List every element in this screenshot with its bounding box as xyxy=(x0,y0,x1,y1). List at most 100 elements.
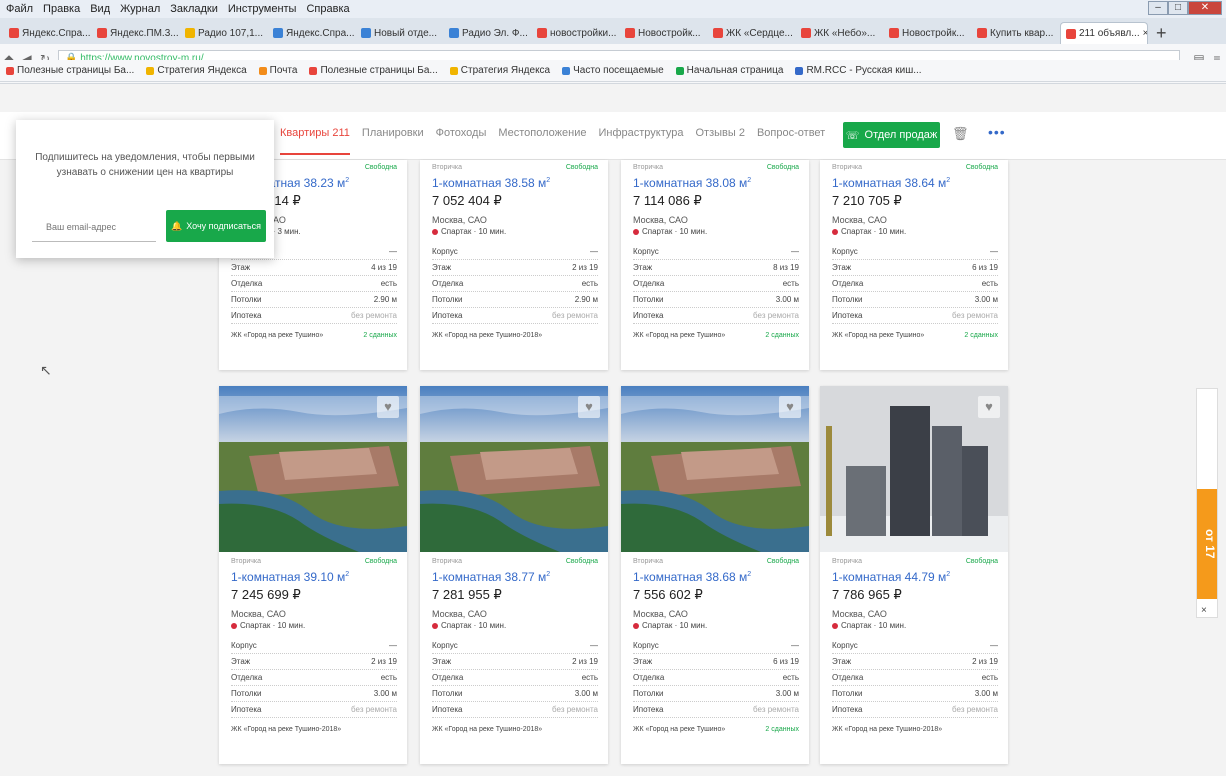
spec-value: 2 из 19 xyxy=(572,263,598,272)
favicon-icon xyxy=(273,28,283,38)
listing-complex[interactable]: ЖК «Город на реке Тушино» 2 сданных xyxy=(231,332,397,339)
subscribe-button[interactable]: 🔔 Хочу подписаться xyxy=(166,210,266,242)
browser-tab[interactable]: Яндекс.Спра... xyxy=(4,22,92,44)
tab-label: Яндекс.ПМ.3... xyxy=(110,27,179,39)
favicon-icon xyxy=(889,28,899,38)
spec-value: 3.00 м xyxy=(775,295,799,304)
email-field[interactable] xyxy=(32,212,156,242)
listing-title[interactable]: 1-комнатная 38.08 м2 xyxy=(633,176,799,190)
listing-card[interactable]: ♥ Вторичка Свободна 1-комнатная 38.68 м2 7 5… xyxy=(621,386,809,764)
browser-tab[interactable]: Купить квар... xyxy=(972,22,1060,44)
menu-item[interactable]: Вид xyxy=(90,3,110,15)
bookmark-item[interactable]: Почта xyxy=(258,65,297,76)
listing-complex[interactable]: ЖК «Город на реке Тушино-2018» xyxy=(432,332,598,339)
bookmark-item[interactable]: Стратегия Яндекса xyxy=(449,65,550,76)
listing-complex[interactable]: ЖК «Город на реке Тушино-2018» xyxy=(231,726,397,733)
listing-photo[interactable]: ♥ xyxy=(621,386,809,552)
more-icon[interactable]: ••• xyxy=(988,124,1006,140)
listing-title[interactable]: 1-комнатная 38.64 м2 xyxy=(832,176,998,190)
favorite-heart-icon[interactable]: ♥ xyxy=(578,396,600,418)
side-banner[interactable]: от 17 × xyxy=(1196,388,1218,618)
subnav-link[interactable]: Квартиры 211 xyxy=(280,127,350,155)
area-unit: 2 xyxy=(345,571,350,578)
bookmark-item[interactable]: Стратегия Яндекса xyxy=(146,65,247,76)
subnav-link[interactable]: Инфраструктура xyxy=(598,127,683,155)
metro-icon xyxy=(432,622,438,629)
listing-title[interactable]: 1-комнатная 44.79 м2 xyxy=(832,570,998,584)
listing-card[interactable]: ♥ Вторичка Свободна 1-комнатная 44.79 м2 7 7… xyxy=(820,386,1008,764)
listing-complex[interactable]: ЖК «Город на реке Тушино» 2 сданных xyxy=(633,332,799,339)
browser-tab[interactable]: новостройки... xyxy=(532,22,620,44)
listing-complex[interactable]: ЖК «Город на реке Тушино-2018» xyxy=(432,726,598,733)
listing-photo[interactable]: ♥ xyxy=(420,386,608,552)
browser-tab[interactable]: 211 объявл... × xyxy=(1060,22,1148,44)
browser-tab[interactable]: Радио 107,1... xyxy=(180,22,268,44)
spec-value: есть xyxy=(981,279,998,288)
menu-item[interactable]: Закладки xyxy=(170,3,218,15)
browser-tab[interactable]: Яндекс.Спра... xyxy=(268,22,356,44)
listing-card[interactable]: ♥ Вторичка Свободна 1-комнатная 39.10 м2 7 2… xyxy=(219,386,407,764)
new-tab-button[interactable]: + xyxy=(1148,23,1175,44)
banner-close-icon[interactable]: × xyxy=(1201,605,1207,616)
spec-row: Отделка есть xyxy=(633,276,799,292)
listing-title[interactable]: 1-комнатная 38.77 м2 xyxy=(432,570,598,584)
spec-value: 6 из 19 xyxy=(972,263,998,272)
favicon-icon xyxy=(9,28,19,38)
bookmark-label: RM.RCC - Русская киш... xyxy=(806,65,922,76)
trash-icon[interactable]: 🗑 xyxy=(952,126,969,142)
bookmark-item[interactable]: Часто посещаемые xyxy=(562,65,664,76)
listing-card[interactable]: Вторичка Свободна 1-комнатная 38.64 м2 7 21… xyxy=(820,160,1008,370)
browser-tab[interactable]: Новостройк... xyxy=(884,22,972,44)
maximize-button[interactable]: □ xyxy=(1168,1,1188,15)
favorite-heart-icon[interactable]: ♥ xyxy=(779,396,801,418)
minimize-button[interactable]: – xyxy=(1148,1,1168,15)
listing-title[interactable]: 1-комнатная 38.68 м2 xyxy=(633,570,799,584)
listing-photo[interactable]: ♥ xyxy=(820,386,1008,552)
subnav-link[interactable]: Местоположение xyxy=(498,127,586,155)
subnav-link[interactable]: Планировки xyxy=(362,127,424,155)
bookmark-label: Стратегия Яндекса xyxy=(157,65,247,76)
browser-tab[interactable]: ЖК «Сердце... xyxy=(708,22,796,44)
sales-dept-button[interactable]: ☏ Отдел продаж xyxy=(843,122,940,148)
listing-title[interactable]: 1-комнатная 39.10 м2 xyxy=(231,570,397,584)
browser-tab[interactable]: Радио Эл. Ф... xyxy=(444,22,532,44)
spec-value: 2.90 м xyxy=(373,295,397,304)
favorite-heart-icon[interactable]: ♥ xyxy=(377,396,399,418)
spec-row: Отделка есть xyxy=(832,670,998,686)
subnav-link[interactable]: Отзывы 2 xyxy=(696,127,745,155)
listing-card[interactable]: ♥ Вторичка Свободна 1-комнатная 38.77 м2 7 2… xyxy=(420,386,608,764)
listing-title-text: 1-комнатная 38.08 м xyxy=(633,176,748,190)
listing-price: 7 052 404 ₽ xyxy=(432,193,502,208)
subnav-link[interactable]: Фотоходы xyxy=(436,127,487,155)
card-body: Вторичка Свободна 1-комнатная 38.77 м2 7 28… xyxy=(432,558,598,733)
browser-tab[interactable]: Яндекс.ПМ.3... xyxy=(92,22,180,44)
listing-card[interactable]: Вторичка Свободна 1-комнатная 38.08 м2 7 11… xyxy=(621,160,809,370)
area-unit: 2 xyxy=(747,177,752,184)
menu-item[interactable]: Правка xyxy=(43,3,80,15)
browser-tab[interactable]: Новостройк... xyxy=(620,22,708,44)
bookmark-icon xyxy=(146,66,155,75)
favorite-heart-icon[interactable]: ♥ xyxy=(978,396,1000,418)
bookmark-item[interactable]: RM.RCC - Русская киш... xyxy=(795,65,922,76)
browser-tab[interactable]: ЖК «Небо»... xyxy=(796,22,884,44)
menu-item[interactable]: Инструменты xyxy=(228,3,297,15)
listing-title[interactable]: 1-комнатная 38.58 м2 xyxy=(432,176,598,190)
listing-complex[interactable]: ЖК «Город на реке Тушино» 2 сданных xyxy=(832,332,998,339)
spec-label: Отделка xyxy=(432,673,464,682)
spec-label: Корпус xyxy=(832,247,858,256)
menu-item[interactable]: Журнал xyxy=(120,3,160,15)
menu-item[interactable]: Файл xyxy=(6,3,33,15)
listing-photo[interactable]: ♥ xyxy=(219,386,407,552)
listing-complex[interactable]: ЖК «Город на реке Тушино» 2 сданных xyxy=(633,726,799,733)
menu-item[interactable]: Справка xyxy=(306,3,349,15)
bookmark-item[interactable]: Полезные страницы Ба... xyxy=(309,65,438,76)
bookmark-item[interactable]: Начальная страница xyxy=(675,65,783,76)
listing-card[interactable]: Вторичка Свободна 1-комнатная 38.58 м2 7 05… xyxy=(420,160,608,370)
listing-complex[interactable]: ЖК «Город на реке Тушино-2018» xyxy=(832,726,998,733)
subnav-link[interactable]: Вопрос-ответ xyxy=(757,127,825,155)
close-window-button[interactable]: ✕ xyxy=(1188,1,1222,15)
bookmark-item[interactable]: Полезные страницы Ба... xyxy=(6,65,134,76)
browser-tab[interactable]: Новый отде... xyxy=(356,22,444,44)
card-body: Вторичка Свободна 1-комнатная 38.58 м2 7 05… xyxy=(432,164,598,339)
listing-title-text: 1-комнатная 38.68 м xyxy=(633,570,748,584)
